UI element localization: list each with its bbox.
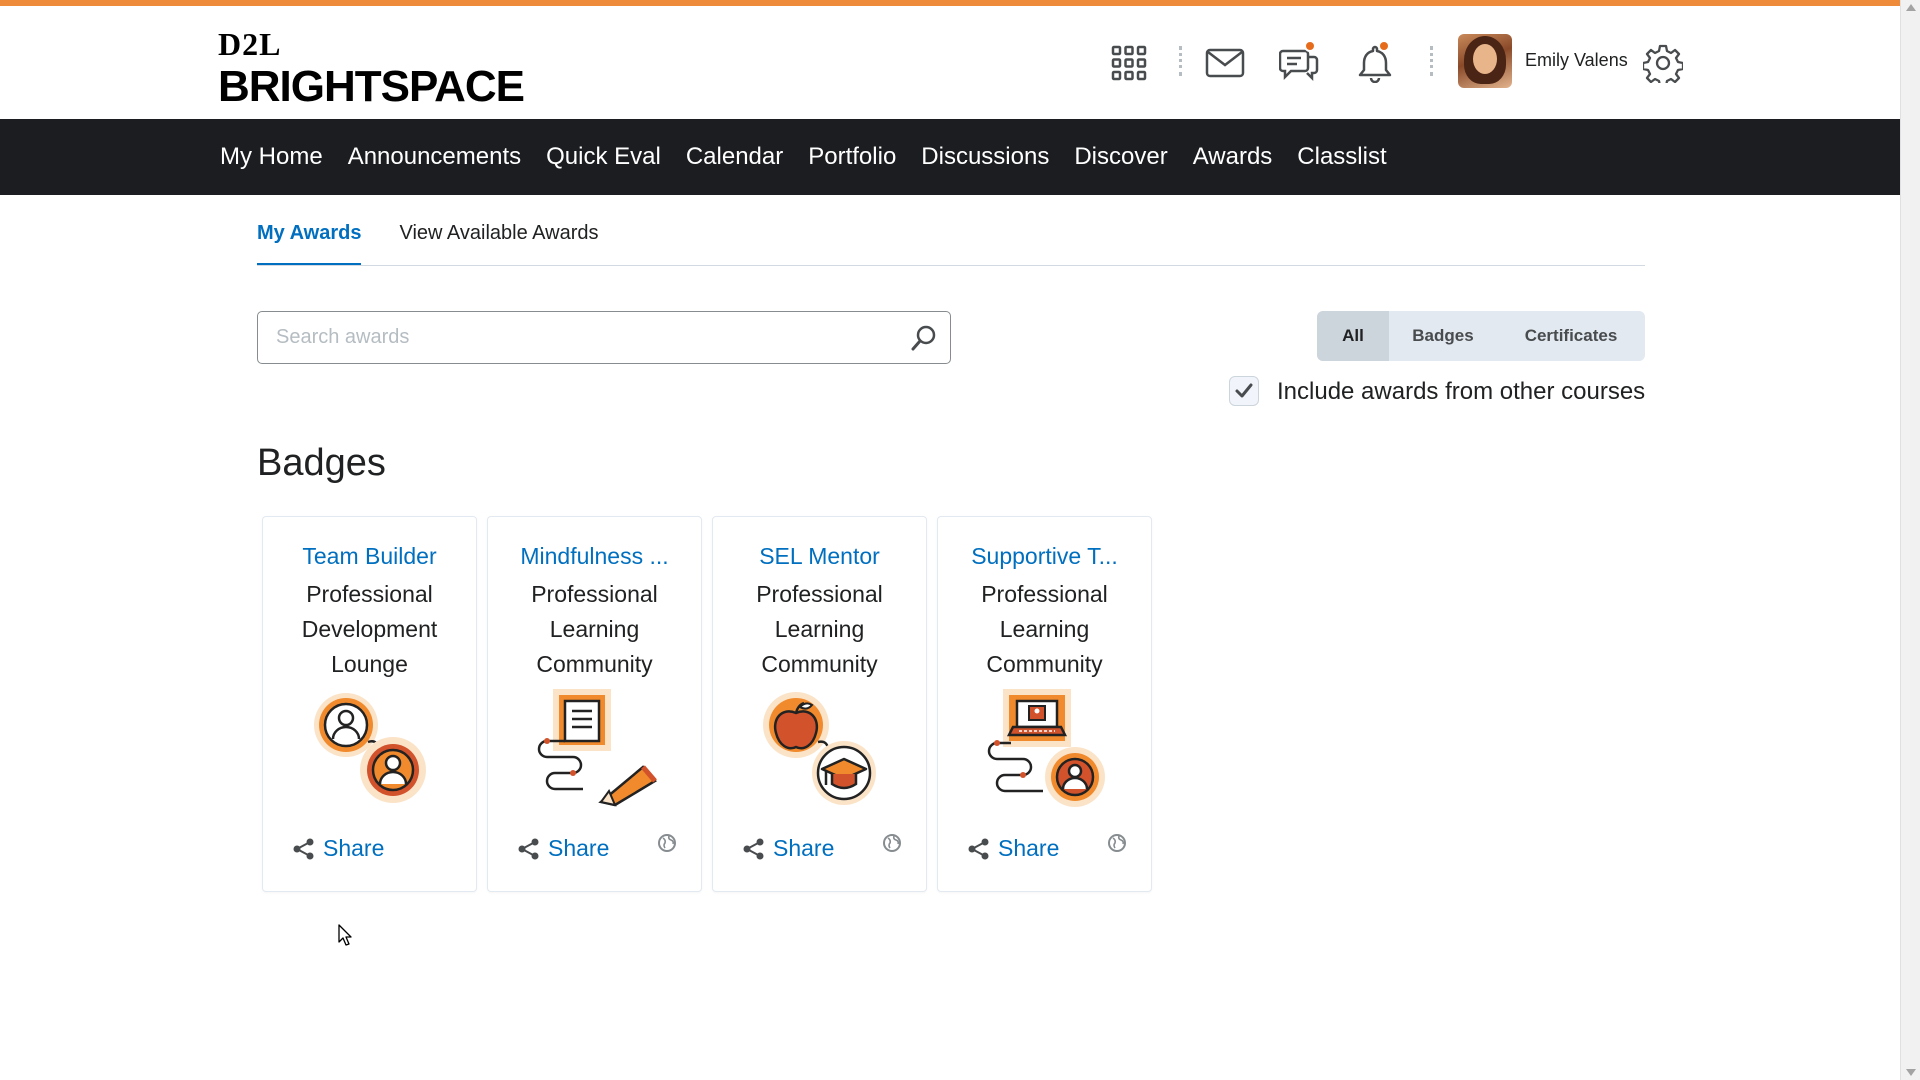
nav-announcements[interactable]: Announcements — [348, 143, 521, 171]
logo-line-1: D2L — [218, 26, 282, 62]
globe-icon — [658, 834, 676, 852]
include-other-courses-label[interactable]: Include awards from other courses — [1277, 378, 1645, 406]
share-label: Share — [548, 835, 610, 861]
search-icon[interactable] — [908, 322, 940, 354]
share-button[interactable]: Share — [518, 835, 609, 862]
globe-icon — [883, 834, 901, 852]
filter-all-button[interactable]: All — [1317, 311, 1389, 361]
tabs-divider — [257, 265, 1645, 266]
badge-title[interactable]: Mindfulness ... — [488, 543, 701, 570]
share-label: Share — [773, 835, 835, 861]
scroll-up-arrow-icon[interactable] — [1906, 4, 1916, 11]
page-scrollbar[interactable] — [1900, 0, 1920, 1080]
course-navbar: My Home Announcements Quick Eval Calenda… — [0, 119, 1900, 195]
share-icon — [968, 838, 989, 859]
nav-quick-eval[interactable]: Quick Eval — [546, 143, 661, 171]
badge-card: Team Builder Professional Development Lo… — [262, 516, 477, 892]
gear-icon[interactable] — [1639, 6, 1687, 119]
bell-notification-dot — [1378, 40, 1390, 52]
sel-mentor-badge-icon[interactable] — [758, 687, 883, 812]
badges-section-title: Badges — [257, 442, 386, 484]
mindfulness-badge-icon[interactable] — [533, 687, 658, 812]
header-separator — [1430, 46, 1433, 76]
filter-badges-button[interactable]: Badges — [1389, 311, 1497, 361]
tab-view-available-awards[interactable]: View Available Awards — [399, 222, 598, 266]
share-label: Share — [998, 835, 1060, 861]
share-button[interactable]: Share — [293, 835, 384, 862]
share-button[interactable]: Share — [743, 835, 834, 862]
scroll-down-arrow-icon[interactable] — [1906, 1069, 1916, 1076]
supportive-teacher-badge-icon[interactable] — [983, 687, 1108, 812]
share-icon — [293, 838, 314, 859]
chat-notification-dot — [1304, 40, 1316, 52]
award-type-filter: All Badges Certificates — [1317, 311, 1645, 361]
nav-portfolio[interactable]: Portfolio — [808, 143, 896, 171]
badge-title[interactable]: SEL Mentor — [713, 543, 926, 570]
share-icon — [743, 838, 764, 859]
nav-discussions[interactable]: Discussions — [921, 143, 1049, 171]
share-label: Share — [323, 835, 385, 861]
header-separator — [1179, 46, 1182, 76]
nav-my-home[interactable]: My Home — [220, 143, 323, 171]
filter-certificates-button[interactable]: Certificates — [1497, 311, 1645, 361]
badge-course: Professional Learning Community — [531, 581, 658, 677]
nav-classlist[interactable]: Classlist — [1297, 143, 1386, 171]
share-button[interactable]: Share — [968, 835, 1059, 862]
username[interactable]: Emily Valens — [1525, 50, 1628, 71]
badge-card: SEL Mentor Professional Learning Communi… — [712, 516, 927, 892]
tab-my-awards[interactable]: My Awards — [257, 222, 362, 266]
bell-icon[interactable] — [1351, 6, 1399, 119]
waffle-grid-icon[interactable] — [1105, 6, 1153, 119]
search-input[interactable] — [276, 312, 876, 363]
nav-awards[interactable]: Awards — [1193, 143, 1273, 171]
avatar[interactable] — [1458, 34, 1512, 88]
mail-icon[interactable] — [1201, 6, 1249, 119]
brightspace-logo[interactable]: D2L BRIGHTSPACE — [218, 26, 525, 111]
badge-course: Professional Learning Community — [981, 581, 1108, 677]
badge-title[interactable]: Supportive T... — [938, 543, 1151, 570]
nav-discover[interactable]: Discover — [1074, 143, 1167, 171]
share-icon — [518, 838, 539, 859]
avatar-face — [1473, 44, 1497, 74]
team-builder-badge-icon[interactable] — [308, 687, 433, 812]
globe-icon — [1108, 834, 1126, 852]
nav-calendar[interactable]: Calendar — [686, 143, 783, 171]
awards-tabs: My Awards View Available Awards — [257, 222, 637, 266]
badge-card: Mindfulness ... Professional Learning Co… — [487, 516, 702, 892]
include-other-courses-checkbox[interactable] — [1229, 376, 1259, 406]
badge-card: Supportive T... Professional Learning Co… — [937, 516, 1152, 892]
badge-title[interactable]: Team Builder — [263, 543, 476, 570]
checkmark-icon — [1235, 383, 1253, 398]
badge-course: Professional Learning Community — [756, 581, 883, 677]
logo-line-2: BRIGHTSPACE — [218, 62, 525, 111]
mouse-cursor-icon — [338, 924, 352, 946]
search-box — [257, 311, 951, 364]
badge-course: Professional Development Lounge — [301, 581, 438, 677]
chat-icon[interactable] — [1276, 6, 1324, 119]
